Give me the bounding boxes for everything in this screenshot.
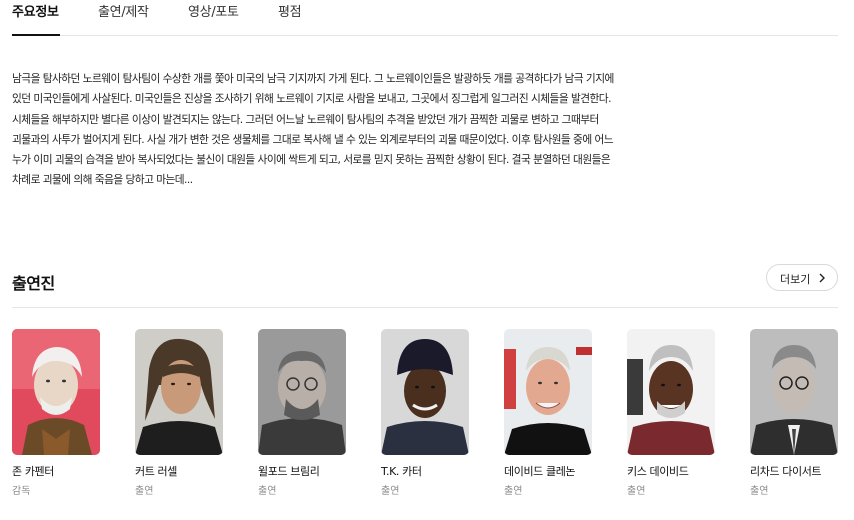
- cast-member-card[interactable]: T.K. 카터 출연: [381, 329, 469, 497]
- cast-member-card[interactable]: 윌포드 브림리 출연: [258, 329, 346, 497]
- profile-photo: [381, 329, 469, 455]
- synopsis-text: 남극을 탐사하던 노르웨이 탐사팀이 수상한 개를 쫓아 미국의 남극 기지까지…: [12, 72, 614, 187]
- tab-video-photo[interactable]: 영상/포토: [188, 4, 239, 36]
- cast-member-role: 출연: [750, 486, 769, 497]
- tab-cast-crew[interactable]: 출연/제작: [98, 4, 149, 36]
- cast-member-card[interactable]: 커트 러셀 출연: [135, 329, 223, 497]
- profile-photo: [12, 329, 100, 455]
- cast-member-card[interactable]: 리차드 다이서트 출연: [750, 329, 838, 497]
- cast-member-name: 리차드 다이서트: [750, 465, 822, 478]
- more-button-label: 더보기: [780, 273, 811, 286]
- more-button[interactable]: 더보기: [766, 264, 838, 291]
- cast-member-role: 출연: [135, 486, 154, 497]
- profile-photo: [627, 329, 715, 455]
- chevron-right-icon: [819, 273, 825, 283]
- cast-member-role: 출연: [504, 486, 523, 497]
- cast-member-card[interactable]: 키스 데이비드 출연: [627, 329, 715, 497]
- tab-rating[interactable]: 평점: [278, 4, 302, 36]
- cast-member-name: T.K. 카터: [381, 465, 422, 478]
- cast-member-role: 출연: [381, 486, 400, 497]
- cast-member-name: 키스 데이비드: [627, 465, 689, 478]
- cast-member-name: 윌포드 브림리: [258, 465, 320, 478]
- tab-bar: 주요정보 출연/제작 영상/포토 평점: [12, 0, 838, 36]
- tab-main-info[interactable]: 주요정보: [12, 4, 60, 36]
- profile-photo: [258, 329, 346, 455]
- cast-section-header: 출연진 더보기: [12, 258, 838, 308]
- cast-member-card[interactable]: 존 카펜터 감독: [12, 329, 100, 497]
- cast-member-name: 데이비드 클레논: [504, 465, 576, 478]
- profile-photo: [504, 329, 592, 455]
- cast-list: 존 카펜터 감독 커트 러셀 출연 윌포드 브림리 출연 T.K. 카터 출연 …: [12, 329, 842, 509]
- cast-member-role: 출연: [627, 486, 646, 497]
- cast-member-role: 감독: [12, 486, 31, 497]
- cast-member-card[interactable]: 데이비드 클레논 출연: [504, 329, 592, 497]
- profile-photo: [750, 329, 838, 455]
- cast-member-name: 커트 러셀: [135, 465, 177, 478]
- profile-photo: [135, 329, 223, 455]
- cast-member-role: 출연: [258, 486, 277, 497]
- cast-section-title: 출연진: [12, 274, 55, 293]
- cast-member-name: 존 카펜터: [12, 465, 54, 478]
